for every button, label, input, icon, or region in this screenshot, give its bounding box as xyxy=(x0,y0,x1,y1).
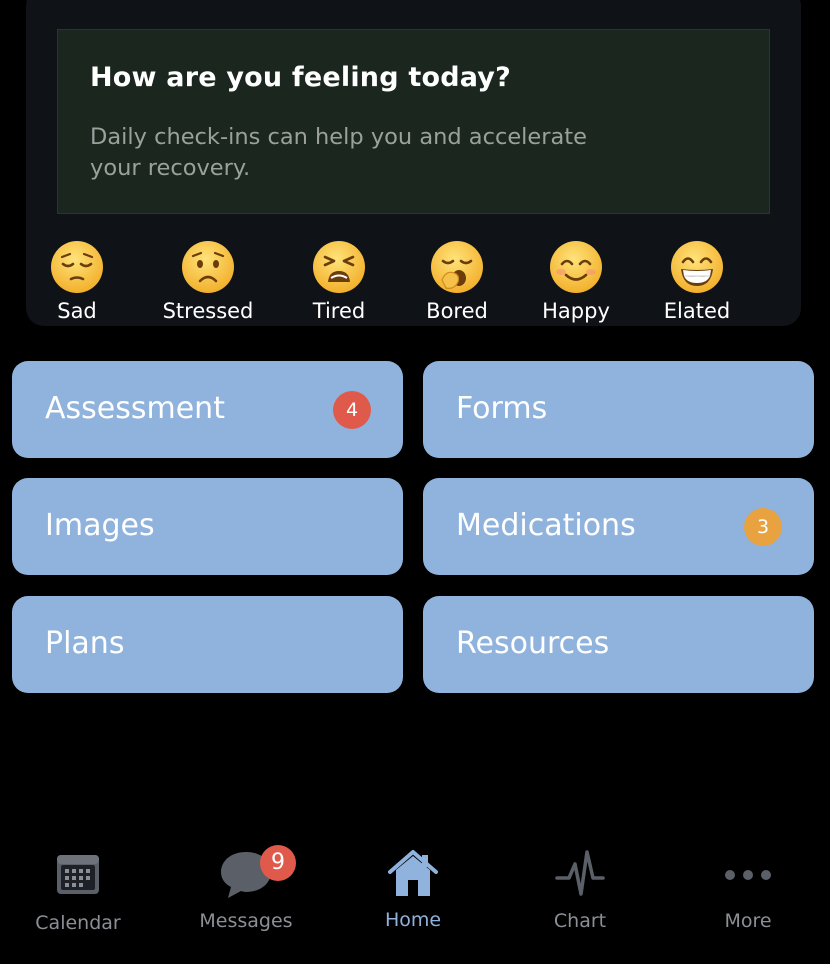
yawning-face-icon xyxy=(431,241,483,293)
calendar-icon xyxy=(57,855,99,894)
smiling-face-icon xyxy=(550,241,602,293)
images-tile[interactable]: Images xyxy=(12,478,403,575)
mood-label: Stressed xyxy=(162,299,254,323)
tab-more[interactable]: More xyxy=(678,844,818,932)
mood-option-tired[interactable]: Tired xyxy=(274,240,404,323)
mood-label: Sad xyxy=(57,299,97,323)
tab-label: Calendar xyxy=(35,912,121,934)
forms-tile[interactable]: Forms xyxy=(423,361,814,458)
mood-label: Elated xyxy=(663,299,731,323)
medications-count-badge: 3 xyxy=(744,508,782,546)
tab-label: Messages xyxy=(199,910,293,932)
mood-label: Happy xyxy=(542,299,610,323)
worried-face-icon xyxy=(182,241,234,293)
house-icon xyxy=(388,850,438,896)
plans-tile[interactable]: Plans xyxy=(12,596,403,693)
checkin-banner: How are you feeling today? Daily check-i… xyxy=(57,29,770,214)
mood-label: Bored xyxy=(426,299,488,323)
tab-label: More xyxy=(724,910,772,932)
pensive-face-icon xyxy=(51,241,103,293)
tab-chart[interactable]: Chart xyxy=(510,844,650,932)
medications-tile[interactable]: Medications 3 xyxy=(423,478,814,575)
tile-label: Plans xyxy=(45,626,125,661)
messages-unread-badge: 9 xyxy=(260,845,296,881)
tile-label: Images xyxy=(45,508,155,543)
assessment-count-badge: 4 xyxy=(333,391,371,429)
mood-option-stressed[interactable]: Stressed xyxy=(143,240,273,323)
resources-tile[interactable]: Resources xyxy=(423,596,814,693)
ellipsis-icon xyxy=(725,870,771,880)
tile-label: Resources xyxy=(456,626,610,661)
mood-option-bored[interactable]: Bored xyxy=(392,240,522,323)
assessment-tile[interactable]: Assessment 4 xyxy=(12,361,403,458)
checkin-title: How are you feeling today? xyxy=(90,62,511,93)
tired-face-icon xyxy=(313,241,365,293)
tile-label: Medications xyxy=(456,508,636,543)
tile-label: Forms xyxy=(456,391,548,426)
grinning-face-icon xyxy=(671,241,723,293)
pulse-icon xyxy=(555,850,605,896)
mood-option-elated[interactable]: Elated xyxy=(632,240,762,323)
tab-label: Chart xyxy=(553,910,607,932)
mood-option-sad[interactable]: Sad xyxy=(12,240,142,323)
checkin-subtitle: Daily check-ins can help you and acceler… xyxy=(90,124,587,181)
mood-label: Tired xyxy=(312,299,366,323)
tile-label: Assessment xyxy=(45,391,225,426)
tab-calendar[interactable]: Calendar xyxy=(8,844,148,934)
mood-option-happy[interactable]: Happy xyxy=(511,240,641,323)
tab-home[interactable]: Home xyxy=(343,844,483,931)
tab-label: Home xyxy=(384,909,442,931)
tab-messages[interactable]: 9 Messages xyxy=(176,844,316,932)
